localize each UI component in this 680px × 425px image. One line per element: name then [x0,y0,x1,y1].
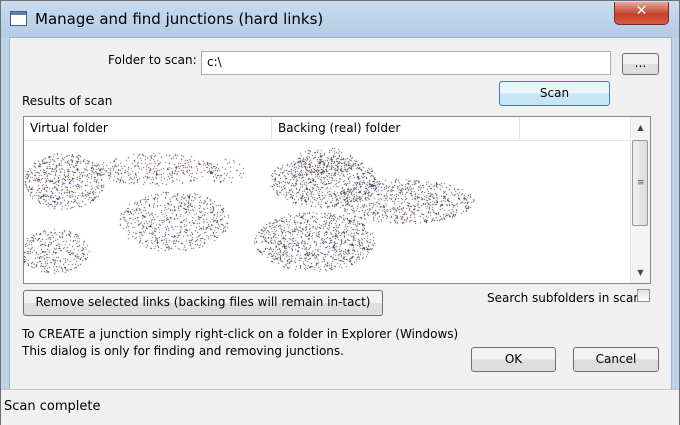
cancel-button[interactable]: Cancel [573,347,659,372]
search-subfolders-label: Search subfolders in scan [487,291,641,305]
status-bar: Scan complete [1,389,679,425]
info-line-2: This dialog is only for finding and remo… [22,344,344,358]
results-list[interactable]: Virtual folder Backing (real) folder ▲ ≡… [23,116,651,284]
search-subfolders-checkbox[interactable] [637,289,650,302]
status-text: Scan complete [4,399,101,414]
info-line-1: To CREATE a junction simply right-click … [22,327,459,341]
scrollbar-thumb[interactable]: ≡ [632,140,648,226]
window-title: Manage and find junctions (hard links) [35,10,324,28]
ok-button[interactable]: OK [471,347,556,372]
dialog-window: Manage and find junctions (hard links) ✕… [0,0,680,425]
close-button[interactable]: ✕ [614,2,669,25]
browse-button[interactable]: ... [622,53,659,75]
column-header-backing-folder[interactable]: Backing (real) folder [272,117,520,140]
results-scrollbar[interactable]: ▲ ≡ ▼ [630,117,650,283]
scan-button[interactable]: Scan [499,81,610,106]
scroll-up-icon[interactable]: ▲ [631,119,650,136]
folder-input[interactable]: c:\ [201,51,611,75]
window-icon [10,11,27,26]
scroll-down-icon[interactable]: ▼ [631,264,650,281]
grip-icon: ≡ [637,178,645,188]
remove-links-button[interactable]: Remove selected links (backing files wil… [23,290,383,316]
close-icon: ✕ [635,3,648,19]
results-list-content [24,141,631,283]
results-list-header: Virtual folder Backing (real) folder [24,117,631,141]
title-bar[interactable]: Manage and find junctions (hard links) ✕ [1,1,679,37]
results-label: Results of scan [22,94,113,108]
folder-label: Folder to scan: [108,53,197,67]
column-header-virtual-folder[interactable]: Virtual folder [24,117,272,140]
dialog-body: Folder to scan: c:\ ... Results of scan … [9,37,672,419]
